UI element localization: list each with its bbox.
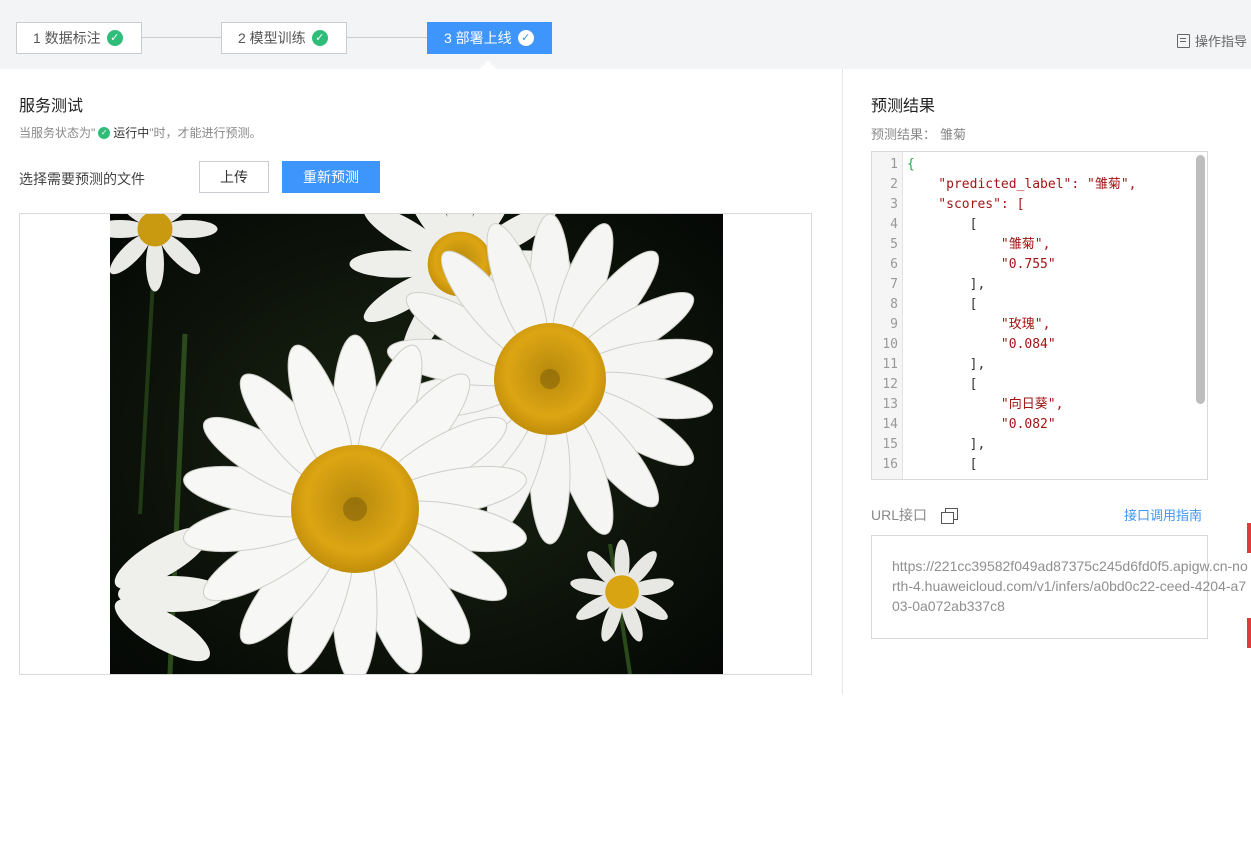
code-text: "0.082" xyxy=(907,417,1056,432)
url-textbox[interactable]: https://221cc39582f049ad87375c245d6fd0f5… xyxy=(871,535,1248,639)
code-text: "predicted_label": "雏菊", xyxy=(907,177,1137,192)
step-deploy[interactable]: 3 部署上线 ✓ xyxy=(427,22,552,54)
code-line: 9 "玫瑰", xyxy=(872,315,1172,335)
line-number: 11 xyxy=(882,357,898,372)
operation-guide-link[interactable]: 操作指导 xyxy=(1176,31,1247,50)
hint-prefix: 当服务状态为" xyxy=(19,126,96,140)
line-number: 8 xyxy=(890,297,898,312)
step-label: 2 模型训练 xyxy=(238,30,306,46)
code-text: ], xyxy=(907,357,986,372)
code-line: 11 ], xyxy=(872,355,1172,375)
repredict-button[interactable]: 重新预测 xyxy=(282,161,380,193)
result-label: 预测结果： xyxy=(871,127,937,142)
code-text: "0.084" xyxy=(907,337,1056,352)
code-line: 2 "predicted_label": "雏菊", xyxy=(872,175,1172,195)
hint-suffix: "时，才能进行预测。 xyxy=(149,126,262,140)
panel-divider xyxy=(842,69,843,694)
copy-icon[interactable] xyxy=(941,507,959,524)
code-scrollbar[interactable] xyxy=(1196,155,1205,404)
code-line: 12 [ xyxy=(872,375,1172,395)
check-icon: ✓ xyxy=(106,30,123,46)
guide-doc-icon xyxy=(1176,33,1190,48)
line-number: 9 xyxy=(890,317,898,332)
step-label: 3 部署上线 xyxy=(444,30,512,46)
file-select-label: 选择需要预测的文件 xyxy=(19,171,145,187)
prediction-result-line: 预测结果： 雏菊 xyxy=(871,124,966,143)
json-result-viewer[interactable]: 1{2 "predicted_label": "雏菊", 3 "scores": … xyxy=(871,151,1208,480)
line-number: 6 xyxy=(890,257,898,272)
line-number: 15 xyxy=(882,437,898,452)
check-icon: ✓ xyxy=(311,30,328,46)
result-value: 雏菊 xyxy=(940,127,967,142)
url-value: https://221cc39582f049ad87375c245d6fd0f5… xyxy=(892,558,1248,614)
step-label: 1 数据标注 xyxy=(33,30,101,46)
api-call-guide-link[interactable]: 接口调用指南 xyxy=(1124,505,1202,524)
code-text: ], xyxy=(907,277,986,292)
image-preview xyxy=(19,213,812,675)
code-line: 10 "0.084" xyxy=(872,335,1172,355)
code-line: 3 "scores": [ xyxy=(872,195,1172,215)
step-model-training[interactable]: 2 模型训练 ✓ xyxy=(221,22,347,54)
guide-label: 操作指导 xyxy=(1194,34,1247,49)
step-data-labeling[interactable]: 1 数据标注 ✓ xyxy=(16,22,142,54)
code-line: 16 [ xyxy=(872,455,1172,475)
code-line: 6 "0.755" xyxy=(872,255,1172,275)
code-line: 13 "向日葵", xyxy=(872,395,1172,415)
line-number: 4 xyxy=(890,217,898,232)
line-number: 10 xyxy=(882,337,898,352)
step-connector xyxy=(347,37,427,38)
code-line: 8 [ xyxy=(872,295,1172,315)
daisy-image xyxy=(110,214,723,674)
line-number: 2 xyxy=(890,177,898,192)
code-line: 4 [ xyxy=(872,215,1172,235)
url-label-text: URL接口 xyxy=(871,507,928,523)
code-text: "雏菊", xyxy=(907,237,1051,252)
code-text: { xyxy=(907,157,915,172)
code-line: 15 ], xyxy=(872,435,1172,455)
code-text: "玫瑰", xyxy=(907,317,1051,332)
line-number: 1 xyxy=(890,157,898,172)
line-number: 14 xyxy=(882,417,898,432)
check-icon: ✓ xyxy=(517,30,534,46)
edge-marker xyxy=(1247,618,1251,648)
edge-marker xyxy=(1247,523,1251,553)
code-text: [ xyxy=(907,457,978,472)
line-number: 7 xyxy=(890,277,898,292)
check-icon: ✓ xyxy=(98,126,111,139)
code-line: 1{ xyxy=(872,155,1172,175)
step-connector xyxy=(142,37,221,38)
code-text: ], xyxy=(907,437,986,452)
line-number: 5 xyxy=(890,237,898,252)
code-line: 14 "0.082" xyxy=(872,415,1172,435)
code-text: [ xyxy=(907,377,978,392)
code-text: "scores": [ xyxy=(907,197,1025,212)
code-line: 5 "雏菊", xyxy=(872,235,1172,255)
step-pointer xyxy=(480,61,496,69)
prediction-result-title: 预测结果 xyxy=(871,98,936,115)
step-bar: 1 数据标注 ✓ 2 模型训练 ✓ 3 部署上线 ✓ 操作指导 xyxy=(0,0,1251,69)
code-text: "0.755" xyxy=(907,257,1056,272)
hint-status: 运行中 xyxy=(113,126,150,140)
code-text: [ xyxy=(907,217,978,232)
service-hint: 当服务状态为" ✓ 运行中 "时，才能进行预测。 xyxy=(19,124,262,141)
upload-button[interactable]: 上传 xyxy=(199,161,269,193)
line-number: 12 xyxy=(882,377,898,392)
service-test-title: 服务测试 xyxy=(19,98,84,115)
code-text: [ xyxy=(907,297,978,312)
line-number: 16 xyxy=(882,457,898,472)
code-text: "向日葵", xyxy=(907,397,1064,412)
code-line: 7 ], xyxy=(872,275,1172,295)
url-interface-label: URL接口 xyxy=(871,505,959,525)
line-number: 13 xyxy=(882,397,898,412)
line-number: 3 xyxy=(890,197,898,212)
